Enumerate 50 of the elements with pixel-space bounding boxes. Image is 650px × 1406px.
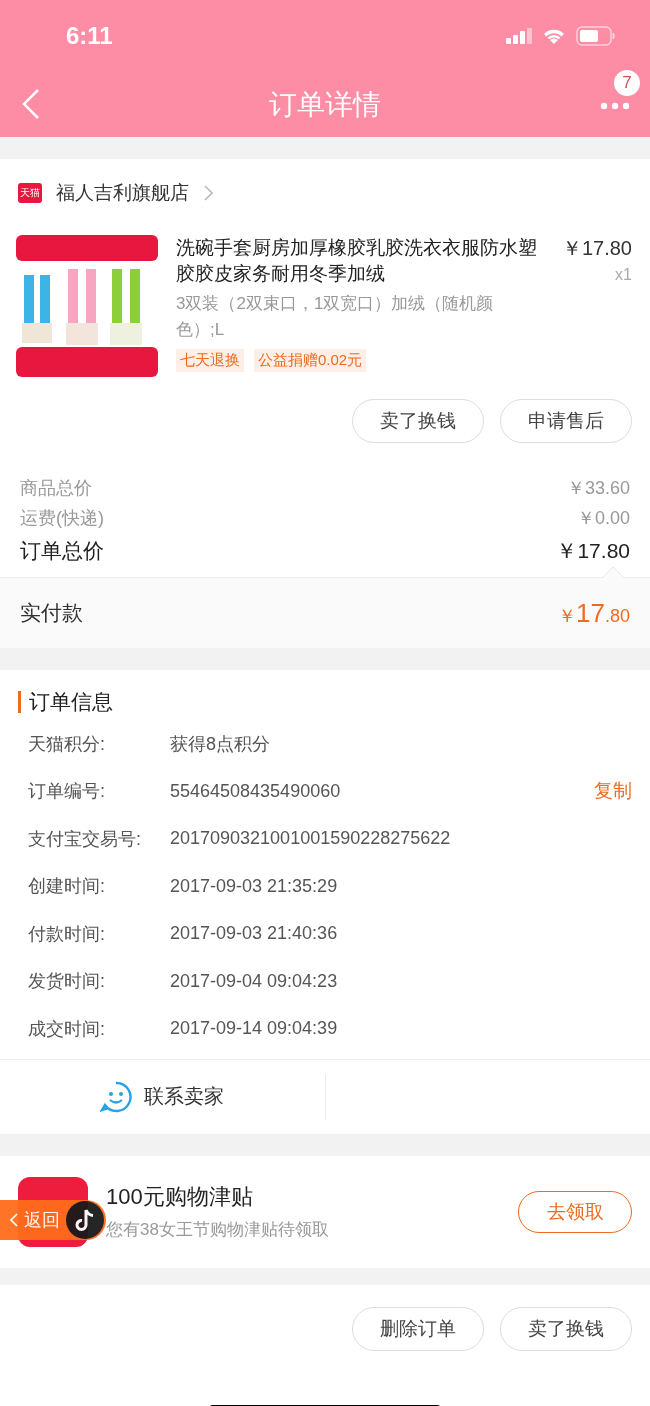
info-value: 2017-09-03 21:40:36 [170, 923, 339, 945]
info-label: 创建时间: [28, 875, 106, 899]
store-logo: 天猫 [18, 183, 42, 203]
more-icon[interactable] [600, 102, 630, 110]
info-label: 订单编号: [28, 780, 106, 804]
service-tag: 公益捐赠0.02元 [254, 349, 367, 372]
info-label: 发货时间: [28, 970, 106, 994]
product-title[interactable]: 洗碗手套厨房加厚橡胶乳胶洗衣衣服防水塑胶胶皮家务耐用冬季加绒 [176, 235, 554, 287]
action-button[interactable]: 卖了换钱 [352, 399, 484, 443]
battery-icon [576, 26, 616, 46]
service-tag: 七天退换 [176, 349, 244, 372]
info-label: 天猫积分: [28, 732, 106, 756]
total-value: ￥17.80 [556, 538, 630, 564]
notification-badge: 7 [614, 70, 640, 96]
info-label: 付款时间: [28, 922, 106, 946]
paid-amount: ￥17.80 [558, 597, 630, 629]
total-value: ￥33.60 [566, 477, 630, 500]
product-spec: 3双装（2双束口，1双宽口）加绒（随机颜色）;L [176, 293, 495, 341]
music-note-icon [66, 1200, 104, 1239]
paid-label: 实付款 [20, 600, 83, 626]
chevron-left-icon [10, 1212, 18, 1227]
back-icon[interactable] [22, 88, 40, 120]
total-value: ￥0.00 [576, 507, 630, 530]
info-value: 2017-09-14 09:04:39 [170, 1018, 339, 1040]
info-value: 55464508435490060 [170, 780, 342, 802]
promo-subtitle: 您有38女王节购物津贴待领取 [106, 1219, 330, 1241]
promo-title: 100元购物津贴 [106, 1183, 254, 1211]
product-quantity: x1 [615, 266, 632, 284]
contact-seller-button[interactable]: 联系卖家 [0, 1059, 325, 1134]
info-label: 成交时间: [28, 1017, 106, 1041]
action-button[interactable]: 删除订单 [352, 1306, 484, 1351]
action-button[interactable]: 卖了换钱 [500, 1306, 632, 1351]
chat-face-icon [100, 1080, 133, 1113]
total-label: 商品总价 [20, 477, 92, 500]
info-value: 获得8点积分 [170, 732, 271, 756]
info-value: 2017090321001001590228275622 [170, 828, 452, 850]
info-label: 支付宝交易号: [28, 827, 142, 851]
page-title: 订单详情 [269, 87, 381, 122]
action-button[interactable]: 申请售后 [500, 399, 632, 443]
store-name[interactable]: 福人吉利旗舰店 [56, 180, 189, 206]
chevron-right-icon[interactable] [203, 185, 213, 201]
product-price: ￥17.80 [561, 236, 632, 261]
signal-icon [506, 28, 532, 44]
info-value: 2017-09-04 09:04:23 [170, 970, 339, 992]
section-title: 订单信息 [29, 689, 113, 715]
total-label: 订单总价 [20, 538, 104, 564]
wifi-icon [542, 27, 566, 45]
status-time: 6:11 [66, 22, 113, 50]
info-value: 2017-09-03 21:35:29 [170, 875, 339, 897]
total-label: 运费(快递) [20, 507, 104, 530]
